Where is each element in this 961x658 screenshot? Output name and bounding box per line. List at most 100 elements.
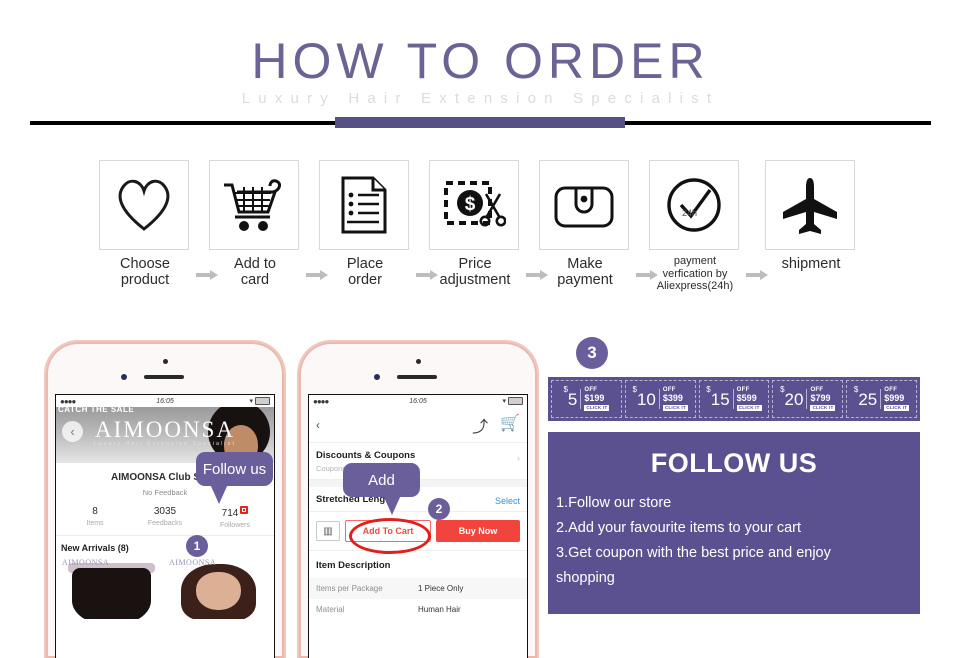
phone-camera-icon [121,374,127,380]
svg-text:24h: 24h [682,208,697,218]
coupon-amount: $20 [780,385,804,409]
step-label-line1: payment [673,255,717,267]
step-label: Price adjustment [429,256,521,288]
stat-number: 714 [221,508,239,519]
spec-key: Items per Package [316,584,383,593]
step-price-adjustment: $ Price adjustment [429,160,521,288]
step-label: Make payment [539,256,631,288]
phone-sensor-dot [163,359,168,364]
step-add-to-card: Add to card [209,160,301,288]
list-item: shopping [556,570,615,586]
spec-row: Material Human Hair [309,599,527,620]
step-place-order: Place order [319,160,411,288]
coupon-click-button[interactable]: CLICK IT [662,404,688,412]
coupon-amount: $25 [854,385,878,409]
step-badge-1: 1 [186,535,208,557]
coupon-off-label: OFF [662,386,676,393]
step-icon-box: 24h [649,160,739,250]
step-label-line1: Choose [120,256,170,272]
step-badge-3: 3 [576,337,608,369]
step-label-line2: card [240,272,270,288]
stat-value: 714 [200,506,270,519]
back-button[interactable]: ‹ [316,419,320,431]
list-item: 3.Get coupon with the best price and enj… [556,545,831,561]
status-time: 16:05 [409,397,427,405]
coupon-card[interactable]: $15 OFF $599 CLICK IT [698,380,770,418]
callout-label: Follow us [202,460,267,478]
step-badge-2: 2 [428,498,450,520]
coupon-currency: $ [706,384,711,394]
coupon-card[interactable]: $10 OFF $399 CLICK IT [624,380,696,418]
step-label-line2: order [348,272,382,288]
coupon-details: OFF $799 CLICK IT [810,386,836,412]
clock-check-24h-icon: 24h [667,178,721,232]
follow-plus-icon[interactable] [240,506,249,514]
step-label-line2: adjustment [439,272,511,288]
back-button[interactable]: ‹ [62,421,83,442]
coupon-divider [732,389,734,409]
store-feedback: No Feedback [142,488,188,497]
coupon-click-button[interactable]: CLICK IT [884,404,910,412]
stat-followers[interactable]: 714 Followers [200,506,270,529]
coupon-off-label: OFF [584,386,598,393]
step-icon-box: $ [429,160,519,250]
coupon-value: 25 [858,389,878,409]
phone2-status-bar: ●●●● 16:05 ▾ [309,395,527,407]
coupon-click-button[interactable]: CLICK IT [810,404,836,412]
coupon-details: OFF $599 CLICK IT [736,387,762,412]
phone-mockup-store: ●●●● 16:05 ▾ CATCH THE SALE AIMOONSA Lux… [44,340,286,658]
coupon-amount: $15 [706,385,729,407]
phone-speaker [144,375,184,379]
coupon-value: 5 [567,389,578,409]
step-label-line1: Make [567,256,603,272]
stat-items[interactable]: 8 Items [60,506,130,529]
coupon-off-label: OFF [810,386,824,393]
store-icon[interactable]: ▥ [316,521,340,541]
coupon-click-button[interactable]: CLICK IT [584,404,610,412]
coupon-details: OFF $199 CLICK IT [584,386,610,412]
step-icon-box [319,160,409,250]
phone-mockup-product: ●●●● 16:05 ▾ ‹ ⤴ 🛒 Discounts & Coupons C… [297,340,539,658]
step-icon-box [99,160,189,250]
coupon-value: 20 [784,389,804,409]
product-image [72,568,151,619]
step-label-line3: Aliexpress(24h) [656,280,734,292]
step-label: Choose product [99,256,191,288]
cart-icon[interactable]: 🛒 [500,413,520,437]
coupon-click-button[interactable]: CLICK IT [736,404,762,412]
product-nav-bar: ‹ ⤴ 🛒 [309,407,527,443]
stat-feedbacks[interactable]: 3035 Feedbacks [130,506,200,529]
coupon-min-spend: $199 [584,392,605,403]
step-icon-box [765,160,855,250]
step-label-line2: product [120,272,170,288]
step-label: Place order [319,256,411,288]
product-card[interactable]: AIMOONSA [60,557,163,619]
status-time: 16:05 [156,397,174,405]
coupon-card[interactable]: $5 OFF $199 CLICK IT [551,380,622,418]
product-card[interactable]: AIMOONSA [167,557,270,619]
step-label: payment verfication by Aliexpress(24h) [649,255,741,293]
coupon-card[interactable]: $25 OFF $999 CLICK IT [846,380,917,418]
callout-follow-us: Follow us [196,452,273,504]
coupon-min-spend: $399 [662,392,683,403]
stat-caption: Followers [220,522,250,529]
row-title: Discounts & Coupons [316,450,416,461]
step-label-line1: shipment [781,256,841,272]
nav-icons: ⤴ 🛒 [472,413,520,437]
step-shipment: shipment [765,160,857,272]
coupon-details: OFF $399 CLICK IT [662,386,688,412]
step-label: Add to card [209,256,301,288]
callout-tail [383,495,401,515]
step-icon-box [209,160,299,250]
coupon-card[interactable]: $20 OFF $799 CLICK IT [772,380,844,418]
follow-us-panel: FOLLOW US 1.Follow our store 2.Add your … [548,432,920,614]
coupon-scissors-icon: $ [444,181,506,227]
coupon-amount: $5 [563,385,578,409]
coupon-divider [806,389,808,409]
add-to-cart-button[interactable]: Add To Cart [345,520,431,542]
step-label-line1: Add to [234,256,276,272]
share-icon[interactable]: ⤴ [472,413,488,437]
stat-value: 3035 [153,506,177,517]
buy-now-button[interactable]: Buy Now [436,520,520,542]
select-link[interactable]: Select [495,496,520,506]
